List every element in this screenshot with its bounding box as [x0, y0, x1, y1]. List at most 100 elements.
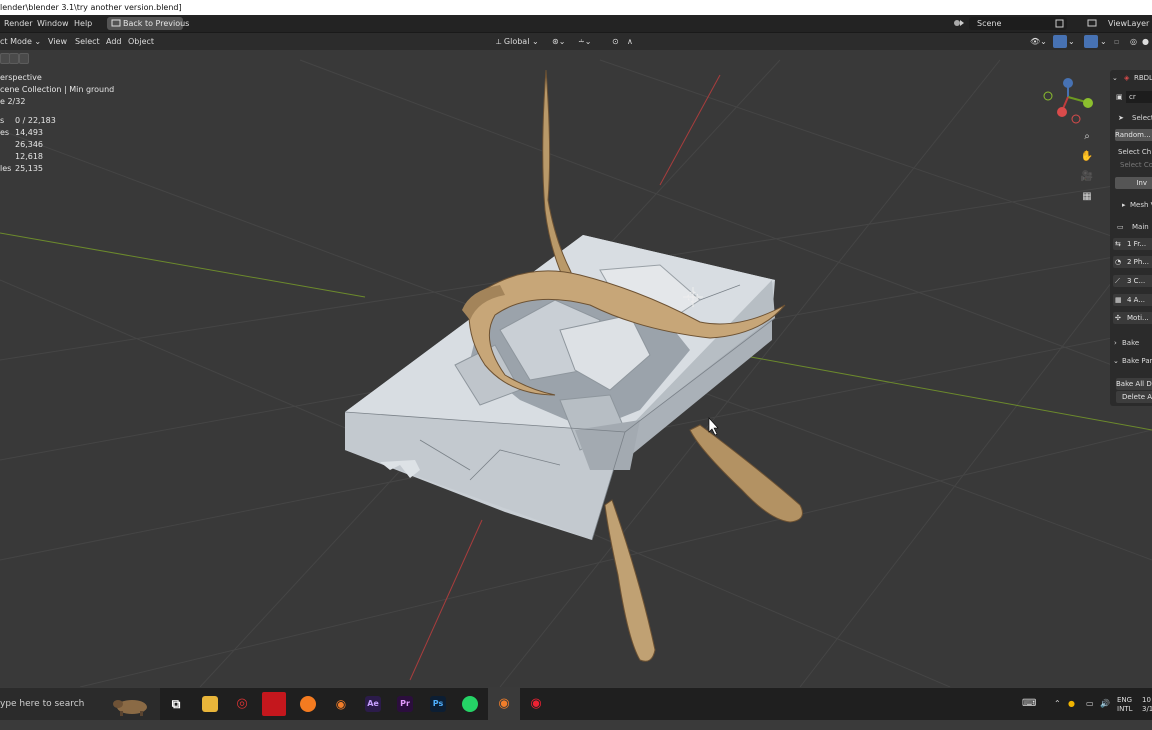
transform-orientation-dropdown[interactable]: ⟂ Global ⌄	[496, 33, 539, 50]
taskbar-search[interactable]: ype here to search	[0, 688, 160, 720]
menu-window[interactable]: Window	[37, 15, 69, 32]
stats-key: s	[0, 116, 5, 125]
select-co-button[interactable]: Select Co	[1110, 158, 1152, 172]
back-to-previous-button[interactable]: Back to Previous	[107, 17, 189, 32]
scene-name: Scene	[977, 19, 1002, 28]
motion-icon: ✣	[1115, 314, 1121, 322]
gizmo-dropdown-icon[interactable]: ⌄	[1068, 33, 1075, 50]
blender-icon[interactable]: ◉	[333, 696, 349, 712]
menu-select[interactable]: Select	[75, 33, 100, 50]
pan-hand-icon[interactable]: ✋	[1080, 150, 1094, 164]
opera-icon[interactable]: ◎	[234, 696, 250, 712]
frame-info: e 2/32	[0, 97, 26, 106]
random-button[interactable]: Random...	[1115, 129, 1152, 141]
chevron-down-icon: ⌄	[529, 37, 539, 46]
chevron-right-icon: ▸	[1122, 201, 1126, 209]
mode-label: ct Mode	[0, 37, 32, 46]
network-icon[interactable]: ▭	[1086, 688, 1094, 720]
main-row[interactable]: ▭ Main	[1110, 220, 1152, 234]
cursor-icon: ➤	[1118, 114, 1124, 122]
zoom-icon[interactable]: ⌕	[1080, 130, 1094, 144]
menu-render[interactable]: Render	[4, 15, 32, 32]
clock-time: 10	[1142, 696, 1151, 704]
3d-viewport[interactable]: erspective cene Collection | Min ground …	[0, 50, 1152, 687]
volume-icon[interactable]: 🔊	[1100, 688, 1110, 720]
snap-icon[interactable]: ⩪⌄	[578, 33, 591, 50]
whatsapp-icon[interactable]	[462, 696, 478, 712]
top-menu-bar: Render Window Help Back to Previous Scen…	[0, 15, 1152, 33]
motion-button[interactable]: ✣ Moti...	[1113, 312, 1152, 324]
visibility-icon[interactable]: 👁⌄	[1030, 33, 1047, 50]
chevron-down-icon: ⌄	[1113, 357, 1119, 365]
screen-icon	[111, 18, 121, 32]
photoshop-icon[interactable]: Ps	[430, 696, 446, 712]
clock[interactable]: 10 3/1	[1142, 696, 1152, 714]
step-1-button[interactable]: ⇆ 1 Fr...	[1113, 238, 1152, 250]
step-4-button[interactable]: ▦ 4 A...	[1113, 294, 1152, 306]
blender-active-icon[interactable]: ◉	[488, 688, 520, 720]
search-placeholder: ype here to search	[0, 699, 85, 709]
select-co-label: Select Co	[1120, 161, 1152, 169]
chevron-down-icon: ⌄	[34, 37, 42, 46]
proportional-edit-icon[interactable]: ⊙	[612, 33, 619, 50]
step-3-button[interactable]: ⟋ 3 C...	[1113, 275, 1152, 287]
rbdl-header[interactable]: ⌄ ◈ RBDL	[1110, 71, 1152, 85]
mesh-row[interactable]: ▸ Mesh V	[1110, 198, 1152, 212]
bake-all-button[interactable]: Bake All D	[1116, 378, 1152, 390]
after-effects-icon[interactable]: Ae	[365, 696, 381, 712]
mode-dropdown[interactable]: ct Mode ⌄	[0, 33, 41, 50]
constraint-icon: ⟋	[1115, 277, 1120, 285]
stats-key: es	[0, 128, 10, 137]
record-icon[interactable]: ◉	[528, 696, 544, 712]
rbdl-title: RBDL	[1134, 74, 1152, 82]
xray-icon[interactable]: ▫	[1114, 33, 1119, 50]
menu-add[interactable]: Add	[106, 33, 122, 50]
select-ch-button[interactable]: Select Ch	[1110, 145, 1152, 159]
duplicate-icon[interactable]	[1055, 17, 1065, 33]
menu-help[interactable]: Help	[74, 15, 92, 32]
menu-object[interactable]: Object	[128, 33, 154, 50]
clock-date: 3/1	[1142, 705, 1152, 713]
chevron-up-icon[interactable]: ⌃	[1054, 688, 1061, 720]
pivot-icon[interactable]: ⊛⌄	[552, 33, 565, 50]
tray-app-icon[interactable]: ●	[1068, 688, 1075, 720]
navigation-gizmo[interactable]	[1040, 75, 1100, 125]
back-to-previous-label: Back to Previous	[123, 19, 190, 28]
language-indicator[interactable]: ENG INTL	[1117, 696, 1132, 714]
array-icon: ▦	[1115, 296, 1122, 304]
falloff-icon[interactable]: ∧	[627, 33, 633, 50]
select-extend-icon[interactable]	[9, 53, 19, 64]
solid-shading-icon[interactable]: ●	[1142, 33, 1149, 50]
gizmo-toggle-icon[interactable]	[1053, 35, 1067, 48]
stats-value: 14,493	[15, 128, 43, 137]
step-2-button[interactable]: ◔ 2 Ph...	[1113, 256, 1152, 268]
invert-button[interactable]: Inv	[1115, 177, 1152, 189]
delete-button[interactable]: Delete A	[1116, 391, 1152, 403]
menu-view[interactable]: View	[48, 33, 67, 50]
overlay-toggle-icon[interactable]	[1084, 35, 1098, 48]
scene-selector[interactable]: Scene	[969, 17, 1067, 30]
bake-part-row[interactable]: ⌄ Bake Part	[1110, 354, 1152, 368]
bake-row[interactable]: › Bake	[1110, 336, 1152, 350]
select-subtract-icon[interactable]	[19, 53, 29, 64]
firefox-icon[interactable]	[300, 696, 316, 712]
search-highlight-image	[110, 694, 152, 730]
premiere-icon[interactable]: Pr	[397, 696, 413, 712]
task-view-icon[interactable]: ⧉	[168, 696, 184, 712]
object-icon: ▣	[1116, 93, 1123, 101]
file-explorer-icon[interactable]	[202, 696, 218, 712]
orientation-label: Global	[503, 37, 530, 46]
select-row: ➤ Select	[1110, 111, 1152, 125]
select-ch-label: Select Ch	[1118, 148, 1152, 156]
viewlayer-selector[interactable]: ViewLayer	[1100, 17, 1152, 30]
keyboard-icon[interactable]: ⌨	[1022, 688, 1036, 720]
object-field[interactable]: cr	[1126, 91, 1152, 103]
red-app-icon[interactable]	[262, 692, 286, 716]
camera-icon[interactable]: 🎥	[1080, 170, 1094, 184]
overlay-dropdown-icon[interactable]: ⌄	[1100, 33, 1107, 50]
wireframe-shading-icon[interactable]: ◎	[1130, 33, 1137, 50]
main-icon: ▭	[1117, 223, 1124, 231]
viewport-header: ct Mode ⌄ View Select Add Object ⟂ Globa…	[0, 33, 1152, 50]
viewlayer-name: ViewLayer	[1108, 19, 1150, 28]
grid-view-icon[interactable]: ▦	[1080, 190, 1094, 204]
